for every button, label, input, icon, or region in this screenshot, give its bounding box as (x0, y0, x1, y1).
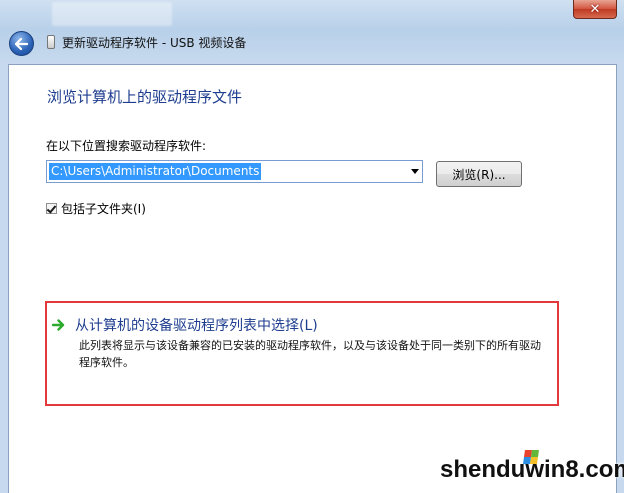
include-subfolders-checkbox[interactable] (46, 203, 57, 214)
path-combobox[interactable]: C:\Users\Administrator\Documents (46, 160, 423, 183)
close-button[interactable]: ✕ (573, 0, 617, 19)
checkmark-icon (46, 203, 57, 214)
window-chrome: ✕ 更新驱动程序软件 - USB 视频设备 浏览计算机上的驱动程序文件 在以下位… (0, 0, 624, 493)
choose-link-description: 此列表将显示与该设备兼容的已安装的驱动程序软件，以及与该设备处于同一类别下的所有… (79, 339, 541, 369)
page-title: 浏览计算机上的驱动程序文件 (47, 88, 243, 106)
wizard-content-pane: 浏览计算机上的驱动程序文件 在以下位置搜索驱动程序软件: C:\Users\Ad… (8, 64, 617, 493)
browse-button[interactable]: 浏览(R)... (436, 161, 522, 187)
choose-link-label[interactable]: 从计算机的设备驱动程序列表中选择(L) (75, 315, 318, 335)
chevron-down-icon[interactable] (411, 169, 419, 174)
background-ghost (52, 2, 172, 26)
search-location-label: 在以下位置搜索驱动程序软件: (46, 139, 207, 153)
usb-device-icon (47, 35, 55, 49)
include-subfolders-row[interactable]: 包括子文件夹(I) (46, 200, 146, 217)
back-button[interactable] (9, 31, 34, 56)
include-subfolders-label[interactable]: 包括子文件夹(I) (61, 200, 146, 217)
green-arrow-icon (51, 318, 65, 332)
close-icon: ✕ (589, 1, 601, 17)
back-arrow-icon (15, 37, 28, 50)
choose-from-list-link[interactable]: 从计算机的设备驱动程序列表中选择(L) (51, 315, 318, 335)
watermark: shenduwin8.com (440, 446, 624, 493)
path-value[interactable]: C:\Users\Administrator\Documents (49, 163, 262, 180)
window-title: 更新驱动程序软件 - USB 视频设备 (62, 36, 247, 50)
windows-logo-icon (523, 450, 539, 464)
